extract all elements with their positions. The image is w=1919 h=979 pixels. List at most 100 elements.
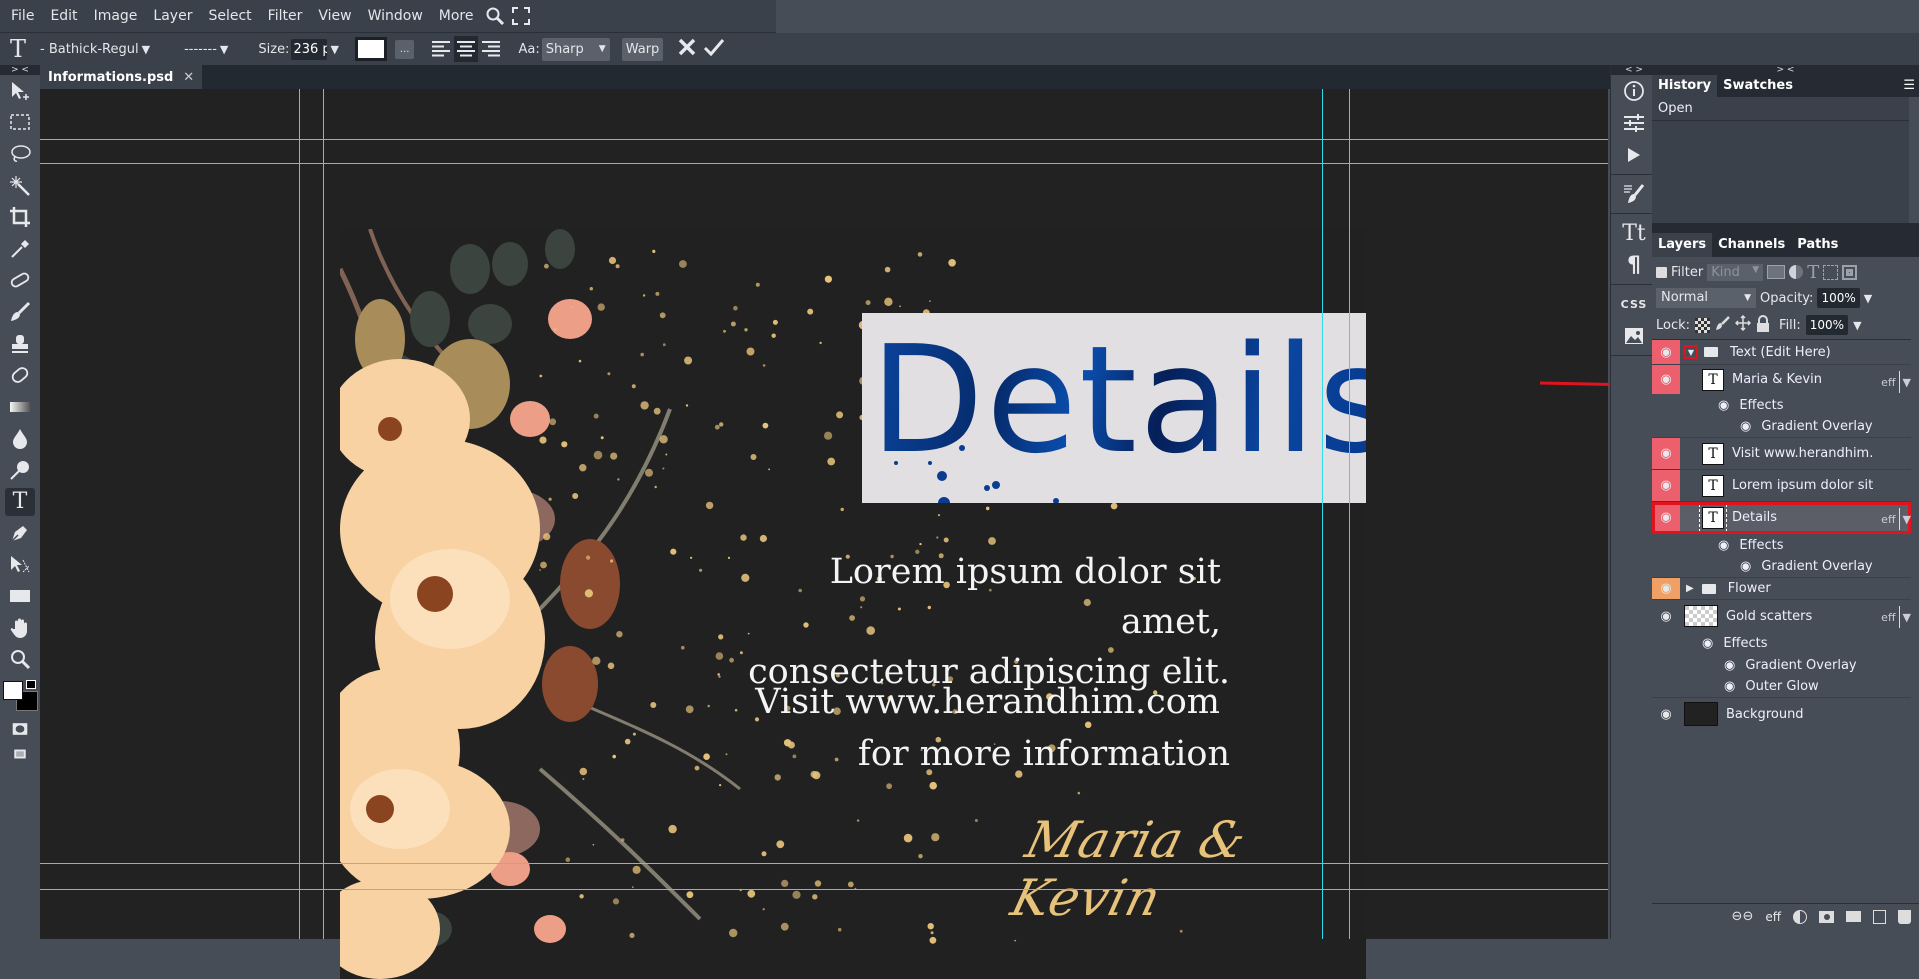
layer-row-background[interactable]: ◉ Background: [1652, 698, 1911, 730]
visit-text[interactable]: Visit www.herandhim.com for more informa…: [730, 676, 1230, 780]
artboard[interactable]: Details Lorem ipsum dolor sit amet, cons…: [340, 229, 1366, 979]
hand-tool[interactable]: [0, 612, 40, 644]
collapse-strip-handle[interactable]: < >: [1611, 65, 1657, 75]
css-icon[interactable]: CSS: [1611, 288, 1657, 320]
guide-vertical[interactable]: [323, 89, 324, 939]
expand-group-chevron-icon[interactable]: ▼: [1684, 345, 1698, 359]
lorem-text[interactable]: Lorem ipsum dolor sit amet, consectetur …: [730, 547, 1230, 697]
search-icon[interactable]: [482, 0, 508, 33]
menu-window[interactable]: Window: [360, 0, 431, 33]
menu-view[interactable]: View: [310, 0, 359, 33]
filter-shape-icon[interactable]: [1823, 264, 1839, 280]
foreground-color-swatch[interactable]: [3, 681, 23, 701]
brush-settings-icon[interactable]: [1611, 178, 1657, 210]
brush-tool[interactable]: [0, 296, 40, 328]
collapse-toolbar-handle[interactable]: > <: [0, 65, 40, 75]
size-dropdown-arrow[interactable]: ▼: [330, 43, 338, 56]
cancel-icon[interactable]: [677, 37, 697, 61]
menu-layer[interactable]: Layer: [145, 0, 200, 33]
signature-text[interactable]: Maria & Kevin: [1006, 811, 1366, 927]
canvas-workspace[interactable]: Details Lorem ipsum dolor sit amet, cons…: [40, 89, 1608, 979]
guide-horizontal[interactable]: [40, 889, 1608, 890]
visibility-eye-icon[interactable]: ◉: [1652, 340, 1680, 364]
magic-wand-tool[interactable]: [0, 170, 40, 202]
visibility-eye-icon[interactable]: ◉: [1718, 398, 1729, 413]
warp-button[interactable]: Warp: [621, 37, 664, 61]
effect-row-gradient-overlay[interactable]: ◉ Gradient Overlay: [1652, 556, 1911, 578]
antialias-dropdown[interactable]: Sharp ▼: [541, 37, 610, 61]
layer-row-gold-scatters[interactable]: ◉ Gold scatters eff ▼: [1652, 600, 1911, 632]
text-color-swatch[interactable]: [354, 37, 387, 61]
guide-horizontal[interactable]: [40, 139, 1608, 140]
opacity-dropdown-arrow[interactable]: ▼: [1864, 292, 1872, 305]
visibility-eye-icon[interactable]: ◉: [1652, 698, 1680, 730]
visibility-eye-icon[interactable]: ◉: [1652, 502, 1680, 533]
filter-smart-object-icon[interactable]: [1842, 264, 1858, 280]
lasso-tool[interactable]: [0, 138, 40, 170]
image-icon[interactable]: [1611, 320, 1657, 352]
filter-checkbox[interactable]: [1656, 266, 1667, 278]
visibility-eye-icon[interactable]: ◉: [1652, 578, 1680, 599]
lock-paint-icon[interactable]: [1715, 315, 1730, 335]
color-swatches[interactable]: [0, 679, 40, 715]
adjustments-icon[interactable]: [1611, 107, 1657, 139]
collapse-panels-handle[interactable]: > <: [1652, 65, 1919, 75]
visibility-eye-icon[interactable]: ◉: [1652, 470, 1680, 501]
pen-tool[interactable]: [0, 517, 40, 549]
effect-row-outer-glow[interactable]: ◉ Outer Glow: [1652, 676, 1911, 698]
tab-paths[interactable]: Paths: [1791, 233, 1845, 257]
commit-checkmark-icon[interactable]: [703, 37, 725, 61]
kind-dropdown[interactable]: Kind ▼: [1707, 263, 1764, 281]
font-style-dropdown[interactable]: ------- ▼: [184, 42, 228, 57]
eraser-tool[interactable]: [0, 359, 40, 391]
menu-more[interactable]: More: [431, 0, 482, 33]
layer-row-text-group[interactable]: ◉ ▼ Text (Edit Here): [1652, 340, 1911, 365]
expand-group-chevron-icon[interactable]: ▶: [1686, 583, 1694, 594]
dodge-tool[interactable]: [0, 454, 40, 486]
menu-image[interactable]: Image: [86, 0, 146, 33]
effect-row-gradient-overlay[interactable]: ◉ Gradient Overlay: [1652, 654, 1911, 676]
tab-history[interactable]: History: [1652, 75, 1718, 97]
swap-colors-icon[interactable]: [26, 680, 36, 690]
close-tab-icon[interactable]: ✕: [183, 70, 194, 85]
visibility-eye-icon[interactable]: ◉: [1652, 600, 1680, 632]
link-layers-icon[interactable]: ⊖⊖: [1732, 909, 1754, 924]
eyedropper-tool[interactable]: [0, 233, 40, 265]
align-right-button[interactable]: [480, 37, 502, 61]
menu-filter[interactable]: Filter: [260, 0, 311, 33]
filter-pixel-icon[interactable]: [1767, 265, 1786, 279]
layer-row-details-selected[interactable]: ◉ T Details eff ▼: [1652, 502, 1911, 534]
panel-menu-icon[interactable]: ☰: [1903, 75, 1919, 97]
lock-all-icon[interactable]: [1756, 314, 1770, 336]
layer-row-maria-kevin[interactable]: ◉ T Maria & Kevin eff ▼: [1652, 365, 1911, 394]
blur-tool[interactable]: [0, 423, 40, 455]
character-icon[interactable]: Tt: [1611, 217, 1657, 249]
effects-toggle[interactable]: eff ▼: [1881, 606, 1911, 628]
effect-row-gradient-overlay[interactable]: ◉ Gradient Overlay: [1652, 416, 1911, 438]
details-text-box[interactable]: Details: [862, 313, 1366, 503]
effects-toggle[interactable]: eff ▼: [1881, 371, 1911, 393]
fill-dropdown-arrow[interactable]: ▼: [1853, 319, 1861, 332]
shape-tool[interactable]: [0, 581, 40, 613]
screen-mode-button[interactable]: [0, 743, 40, 765]
document-tab[interactable]: Informations.psd ✕: [40, 65, 203, 89]
font-family-dropdown[interactable]: - Bathick-Regul ▼: [40, 42, 150, 57]
visibility-eye-icon[interactable]: ◉: [1718, 538, 1729, 553]
guide-vertical[interactable]: [1349, 89, 1350, 939]
guide-vertical[interactable]: [1322, 89, 1323, 939]
fullscreen-icon[interactable]: [508, 0, 534, 33]
visibility-eye-icon[interactable]: ◉: [1724, 679, 1735, 694]
add-effect-button[interactable]: eff: [1765, 910, 1781, 924]
visibility-eye-icon[interactable]: ◉: [1702, 636, 1713, 651]
visibility-eye-icon[interactable]: ◉: [1740, 419, 1751, 434]
visibility-eye-icon[interactable]: ◉: [1724, 658, 1735, 673]
visibility-eye-icon[interactable]: ◉: [1652, 365, 1680, 394]
menu-edit[interactable]: Edit: [42, 0, 85, 33]
history-item[interactable]: Open: [1652, 97, 1909, 121]
new-group-folder-icon[interactable]: [1846, 911, 1861, 922]
quick-mask-button[interactable]: [0, 715, 40, 743]
align-left-button[interactable]: [430, 37, 452, 61]
stamp-tool[interactable]: [0, 328, 40, 360]
actions-play-icon[interactable]: [1611, 139, 1657, 171]
adjustment-layer-icon[interactable]: [1793, 909, 1807, 924]
